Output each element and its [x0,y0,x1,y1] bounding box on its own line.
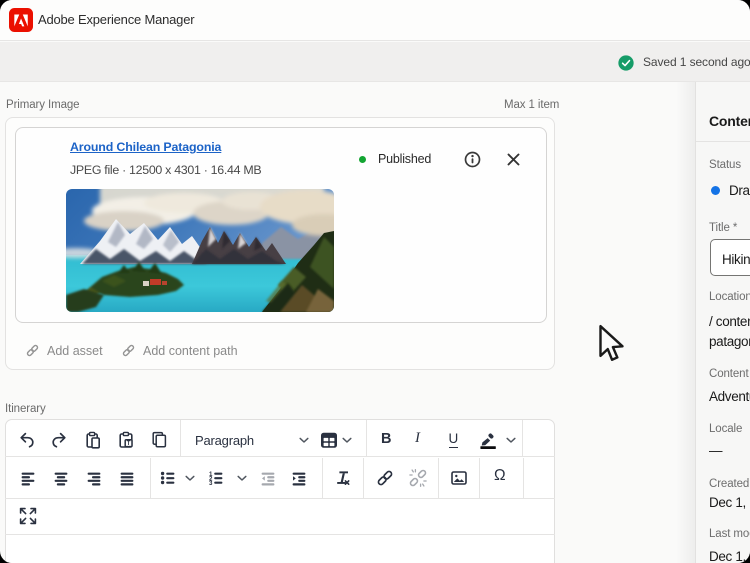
svg-text:3: 3 [209,480,213,487]
svg-text:T: T [127,441,131,447]
